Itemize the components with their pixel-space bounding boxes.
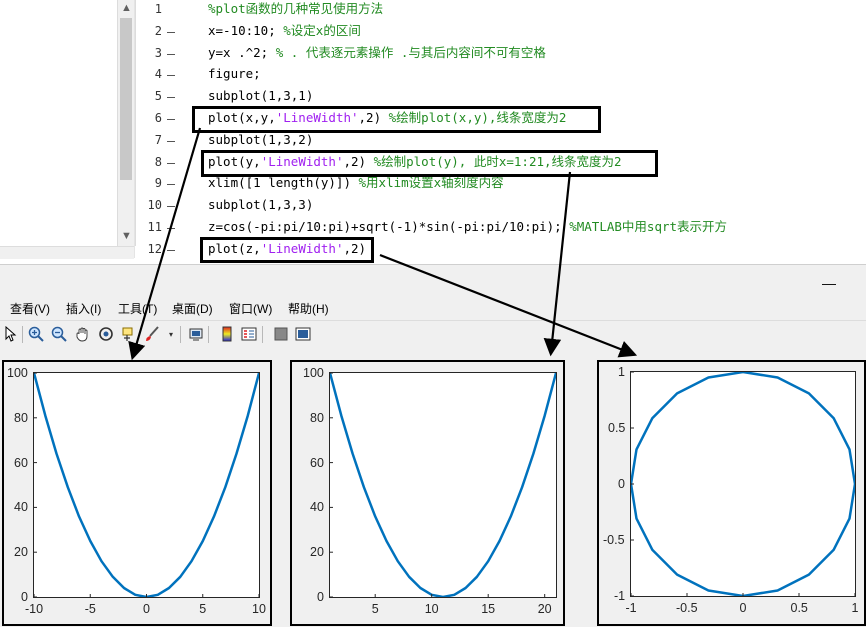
arrow-line12-to-subplot3: [379, 253, 638, 358]
x-tick-label: 0: [739, 601, 747, 615]
y-tick-label: 20: [310, 545, 324, 560]
y-tick-label: 100: [303, 366, 324, 380]
y-tick-label: 0.5: [608, 421, 626, 435]
y-tick-label: 60: [310, 455, 324, 470]
y-tick-label: 0: [317, 590, 324, 604]
x-tick-label: 10: [424, 602, 439, 616]
plot-overlay: [128, 127, 638, 361]
x-tick-label: 20: [537, 602, 552, 616]
x-tick-label: 0: [143, 602, 150, 616]
x-tick-label: -5: [84, 602, 96, 616]
x-tick-label: 5: [371, 602, 379, 616]
x-tick-label: -0.5: [676, 601, 698, 615]
y-tick-label: 1: [618, 365, 625, 379]
y-tick-label: 20: [14, 545, 28, 560]
arrow-line6-to-subplot1: [128, 127, 202, 361]
x-tick-label: 0.5: [790, 601, 808, 615]
x-tick-label: 1: [851, 601, 859, 615]
x-tick-label: 15: [481, 602, 496, 616]
y-tick-label: -0.5: [603, 533, 625, 547]
x-tick-label: 5: [199, 602, 207, 616]
y-tick-label: -1: [614, 589, 626, 603]
y-tick-label: 100: [7, 366, 28, 380]
y-tick-label: 80: [14, 410, 28, 425]
y-tick-label: 0: [618, 477, 625, 491]
y-tick-label: 0: [21, 590, 28, 604]
y-tick-label: 40: [14, 500, 28, 515]
y-tick-label: 40: [310, 500, 324, 515]
x-tick-label: -1: [625, 601, 637, 615]
y-tick-label: 60: [14, 455, 28, 470]
x-tick-label: 10: [252, 602, 266, 616]
y-tick-label: 80: [310, 410, 324, 425]
x-tick-label: -10: [25, 602, 44, 616]
